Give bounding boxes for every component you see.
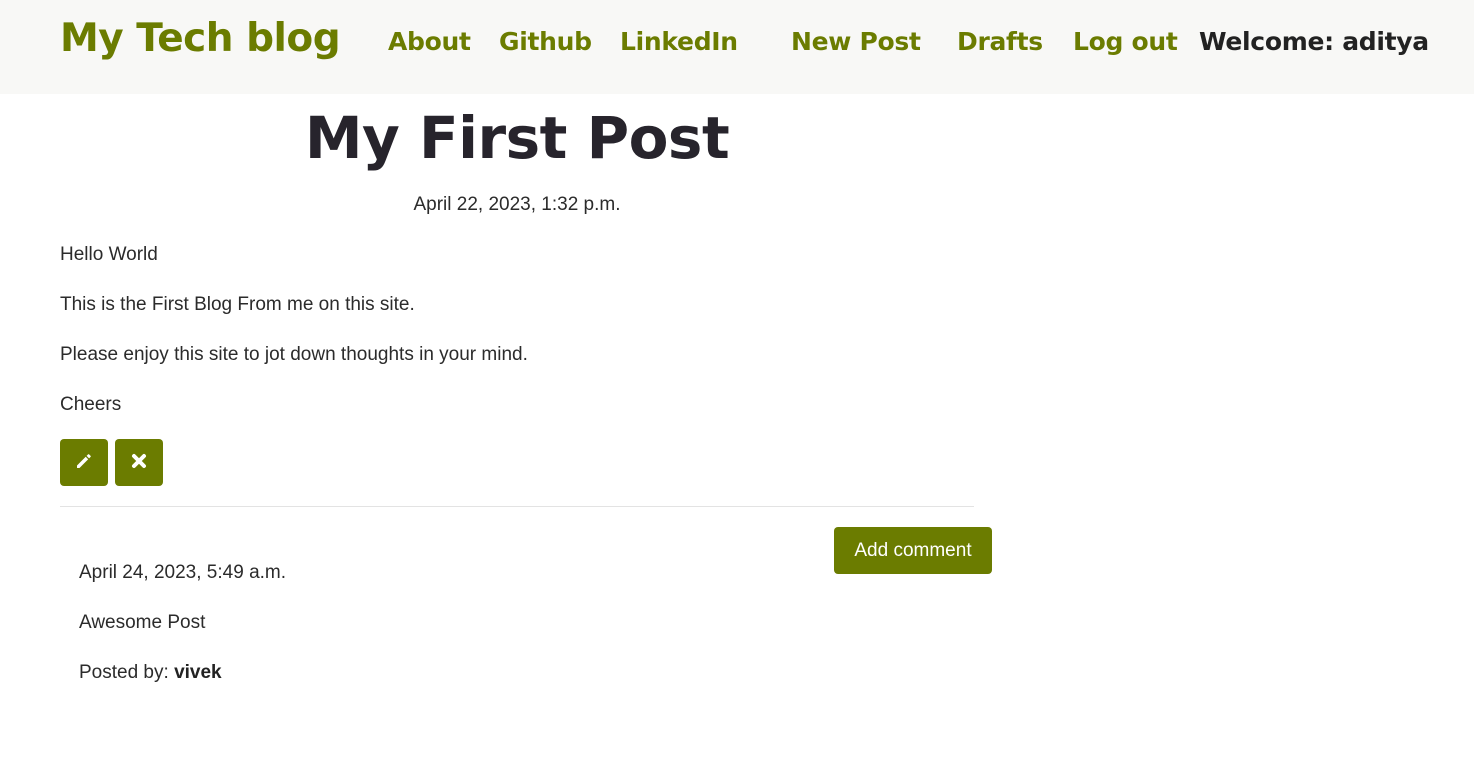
delete-post-button[interactable] (115, 439, 163, 486)
divider (60, 506, 974, 507)
post-paragraph: Hello World (60, 244, 158, 265)
comment-author: vivek (174, 662, 222, 683)
edit-post-button[interactable] (60, 439, 108, 486)
comment-text: Awesome Post (79, 612, 206, 633)
posted-by-label: Posted by: (79, 662, 169, 683)
nav-link-drafts[interactable]: Drafts (957, 27, 1043, 56)
nav-link-linkedin[interactable]: LinkedIn (620, 27, 738, 56)
comment-author-line: Posted by: vivek (79, 662, 222, 684)
navbar: My Tech blog About Github LinkedIn New P… (0, 0, 1474, 94)
post-date: April 22, 2023, 1:32 p.m. (413, 194, 621, 215)
nav-link-new-post[interactable]: New Post (791, 27, 921, 56)
pencil-icon (74, 451, 94, 474)
close-icon (130, 452, 148, 473)
welcome-text: Welcome: aditya (1199, 27, 1429, 56)
add-comment-button[interactable]: Add comment (834, 527, 992, 574)
post-title: My First Post (304, 104, 730, 172)
nav-link-about[interactable]: About (388, 27, 471, 56)
comment-date: April 24, 2023, 5:49 a.m. (79, 562, 287, 583)
brand-link[interactable]: My Tech blog (60, 16, 341, 61)
nav-link-log-out[interactable]: Log out (1073, 27, 1178, 56)
post-paragraph: Please enjoy this site to jot down thoug… (60, 344, 528, 365)
post-paragraph: Cheers (60, 394, 122, 415)
post-paragraph: This is the First Blog From me on this s… (60, 294, 415, 315)
nav-link-github[interactable]: Github (499, 27, 592, 56)
